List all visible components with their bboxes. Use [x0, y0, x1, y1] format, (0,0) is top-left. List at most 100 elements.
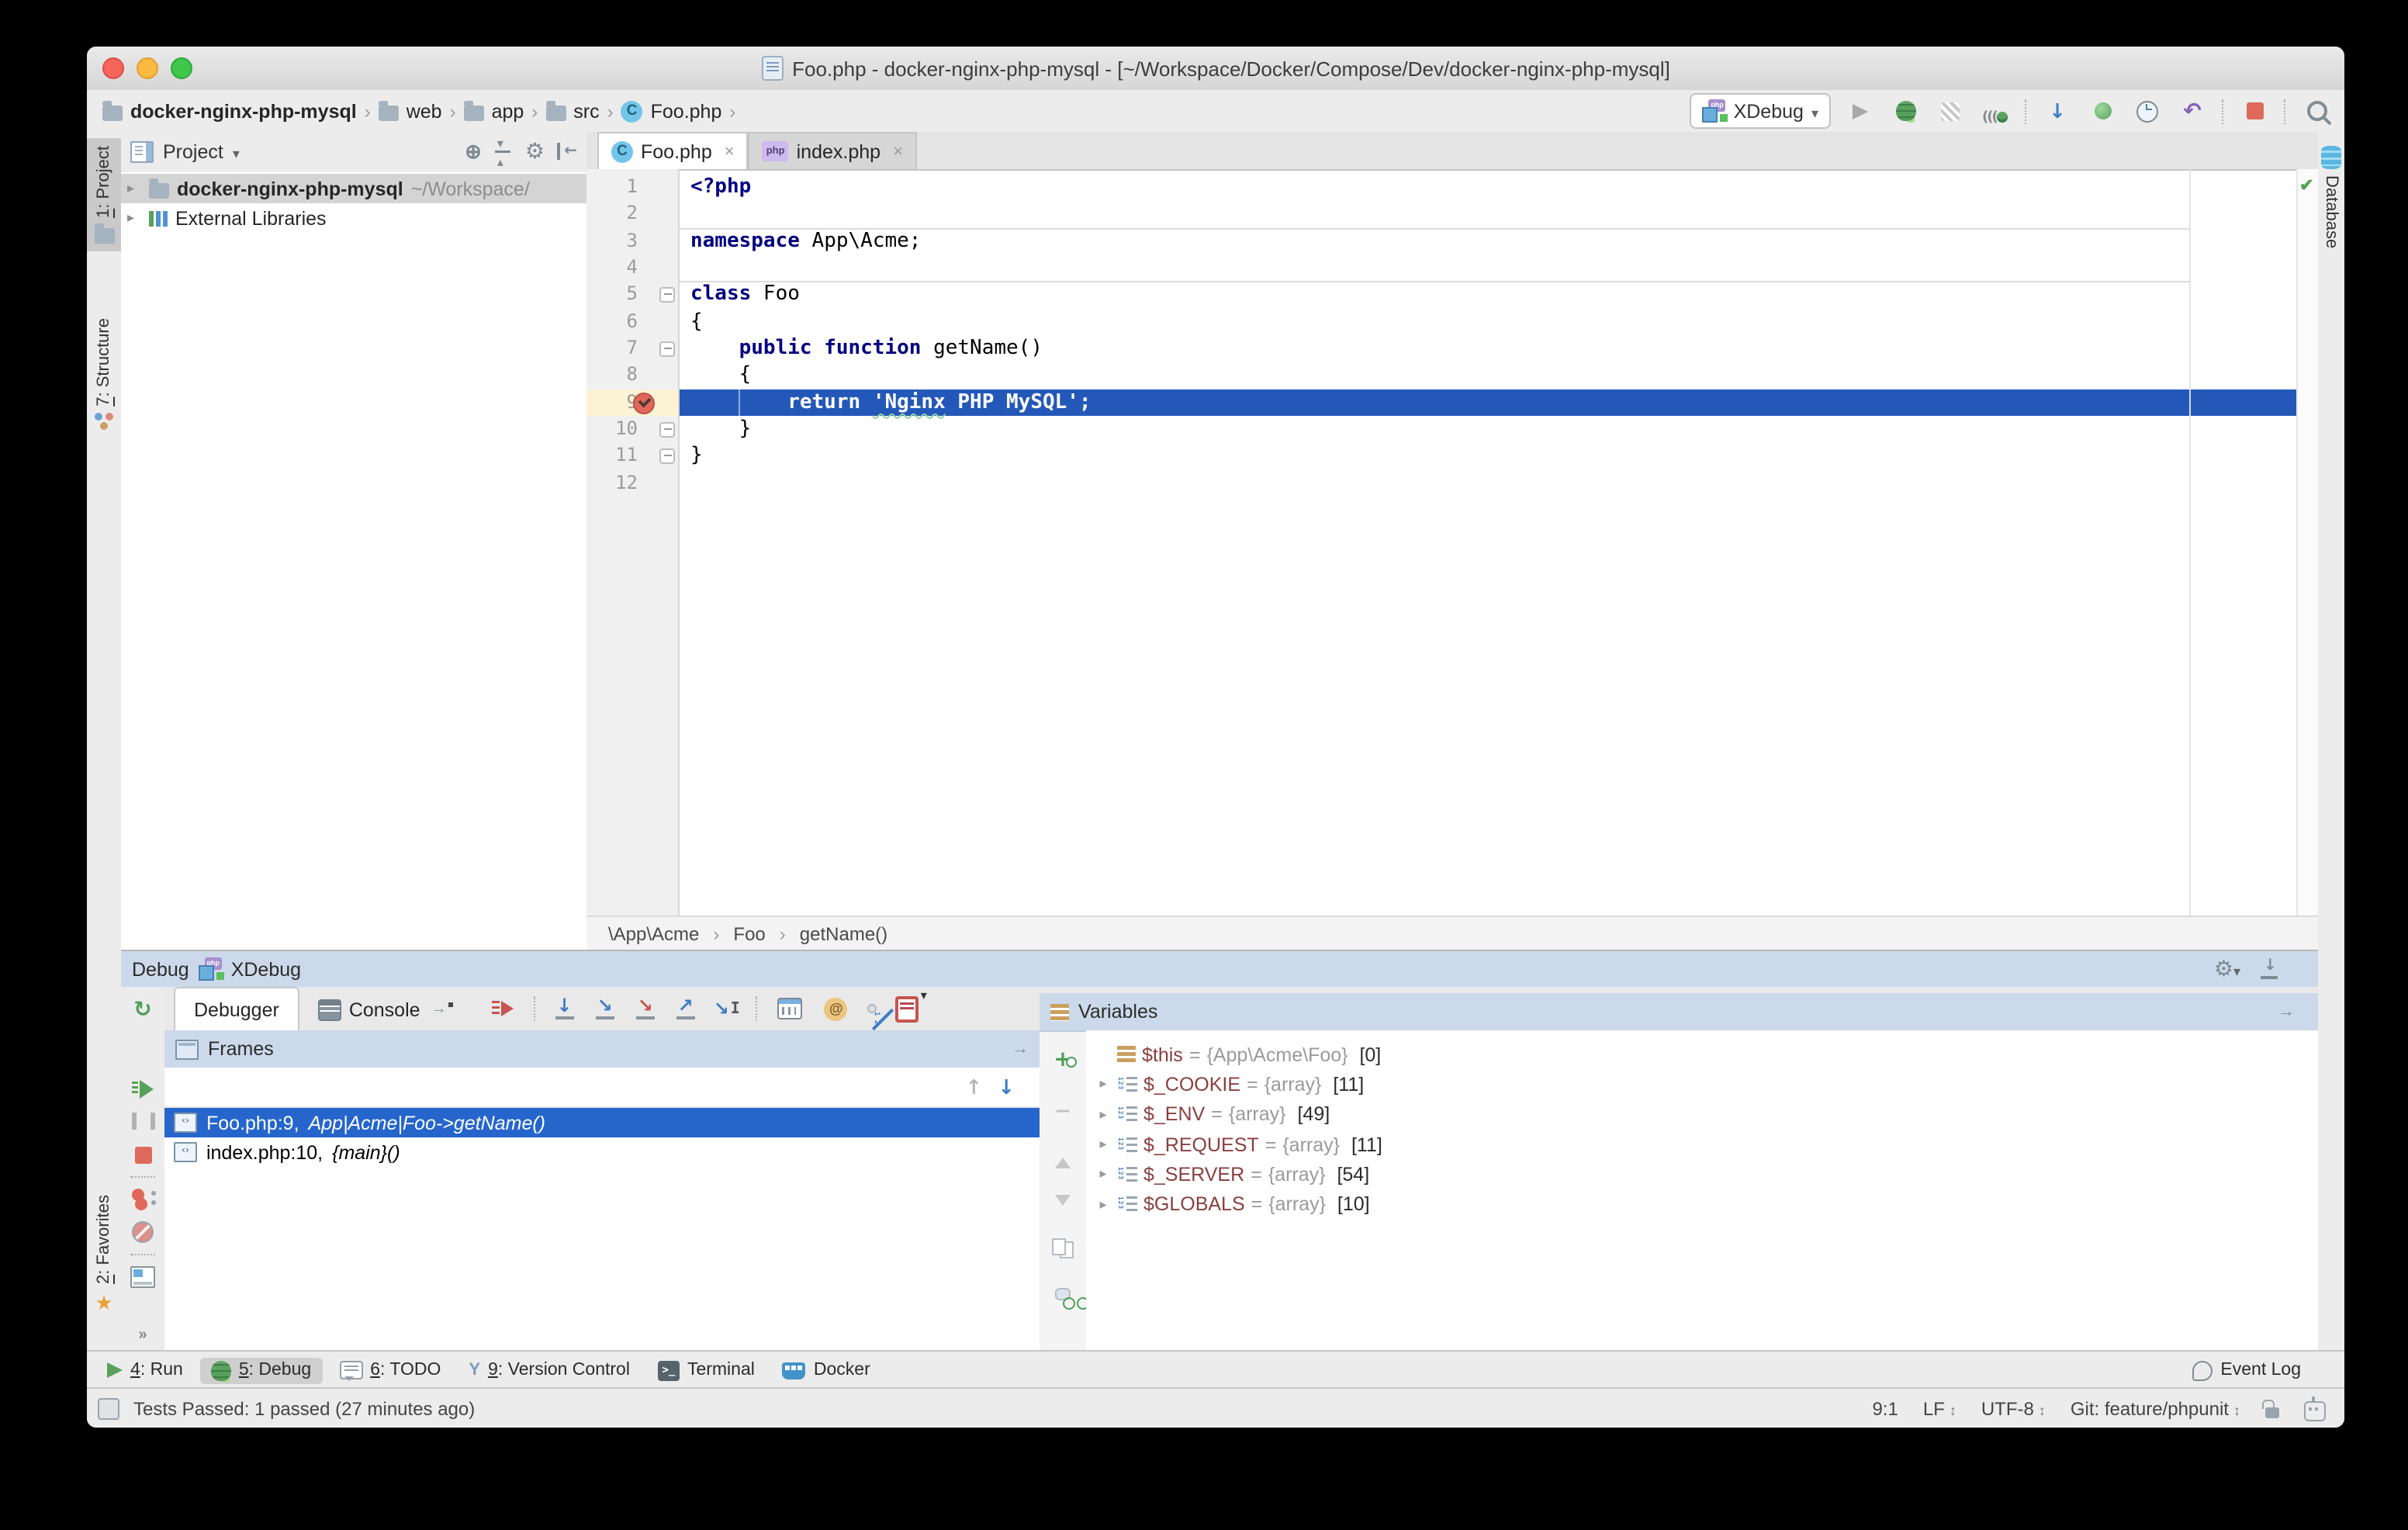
sidebar-tab-database[interactable]: Database [2318, 138, 2344, 256]
variable-row[interactable]: ▸$_COOKIE = {array} [11] [1086, 1070, 2318, 1100]
close-window-button[interactable] [102, 57, 124, 79]
hide-panel-icon[interactable] [557, 143, 577, 161]
breadcrumb-item[interactable]: docker-nginx-php-mysql [102, 100, 357, 122]
unlock-icon[interactable] [2265, 1407, 2279, 1418]
chevron-right-icon[interactable]: ▸ [127, 209, 141, 227]
breadcrumb-item[interactable]: web [379, 100, 442, 122]
move-watch-up-button[interactable] [1040, 1142, 1086, 1181]
code-line[interactable]: { [680, 308, 2298, 335]
variable-row[interactable]: $this = {App\Acme\Foo} [0] [1086, 1040, 2318, 1070]
pin-panel-icon[interactable]: → [2278, 1002, 2295, 1021]
pin-panel-icon[interactable]: → [1012, 1040, 1029, 1058]
breakpoint-icon[interactable] [633, 392, 655, 414]
rollback-button[interactable] [2177, 95, 2208, 126]
git-branch-select[interactable]: Git: feature/phpunit [2071, 1398, 2240, 1420]
close-icon[interactable]: × [893, 142, 903, 161]
collapse-all-icon[interactable] [494, 142, 513, 162]
tab-debugger[interactable]: Debugger [174, 987, 299, 1030]
view-breakpoints-button[interactable] [121, 1183, 164, 1216]
gutter-line[interactable]: 6 [586, 308, 678, 335]
listen-php-debug-button[interactable] [1980, 95, 2011, 126]
close-icon[interactable]: × [725, 142, 735, 161]
frames-header[interactable]: Frames → [164, 1030, 1040, 1068]
force-step-into-button[interactable]: ↘ [633, 998, 658, 1019]
stop-button[interactable] [121, 1138, 164, 1171]
run-button[interactable] [1845, 95, 1876, 126]
restore-layout-button[interactable] [892, 993, 923, 1024]
editor-breadcrumb-item[interactable]: Foo [733, 922, 765, 944]
restore-layout-button[interactable] [121, 1261, 164, 1293]
breadcrumb-item[interactable]: src [545, 100, 599, 122]
debug-header[interactable]: Debug XDebug [121, 951, 2318, 987]
chevron-right-icon[interactable]: ▸ [1095, 1136, 1111, 1153]
status-message[interactable]: Tests Passed: 1 passed (27 minutes ago) [133, 1398, 475, 1420]
code-line[interactable]: class Foo [680, 282, 2298, 309]
locate-file-icon[interactable] [465, 138, 482, 166]
hector-inspector-icon[interactable] [2304, 1400, 2326, 1421]
sidebar-tab-favorites[interactable]: 2: Favorites [87, 1187, 121, 1326]
code-line[interactable] [680, 469, 2298, 497]
error-stripe[interactable] [2296, 169, 2318, 917]
add-watch-button[interactable] [1040, 1040, 1086, 1078]
gutter-line[interactable]: 2 [586, 201, 678, 228]
code-line[interactable]: return 'Nginx PHP MySQL'; [680, 389, 2298, 416]
stop-button[interactable] [2239, 95, 2270, 126]
gutter-line[interactable]: 3 [586, 227, 678, 254]
code-line[interactable] [680, 254, 2298, 282]
resume-button[interactable] [121, 1072, 164, 1105]
code-line[interactable]: <?php [680, 174, 2298, 201]
search-everywhere-button[interactable] [2301, 95, 2332, 126]
editor-tab-foo-php[interactable]: Foo.php × [597, 132, 749, 169]
frame-row[interactable]: index.php:10, {main}() [164, 1138, 1040, 1168]
gutter-line[interactable]: 4 [586, 254, 678, 282]
tab-console[interactable]: Console [299, 988, 472, 1030]
external-libraries-row[interactable]: ▸ External Libraries [121, 203, 586, 233]
inspections-ok-icon[interactable] [2299, 175, 2313, 196]
step-over-button[interactable]: ↓ [552, 998, 577, 1019]
gutter-line[interactable]: 7 [586, 335, 678, 362]
fold-marker-icon[interactable] [659, 422, 675, 438]
mute-breakpoints-button[interactable] [121, 1216, 164, 1248]
tool-window-button-todo[interactable]: 6: TODO [328, 1358, 452, 1383]
gear-icon[interactable] [525, 138, 545, 166]
breadcrumb-item[interactable]: Foo.php [621, 100, 722, 122]
tool-window-button-run[interactable]: 4: Run [96, 1358, 194, 1383]
mute-line-breakpoints-button[interactable] [867, 1004, 877, 1013]
code-line[interactable] [680, 201, 2298, 228]
evaluate-expression-button[interactable] [774, 993, 805, 1024]
recent-changes-button[interactable] [2132, 95, 2163, 126]
editor-gutter[interactable]: 123456789101112 [586, 169, 680, 917]
editor-breadcrumb-item[interactable]: getName() [800, 922, 887, 944]
update-project-button[interactable] [2042, 95, 2073, 126]
variable-row[interactable]: ▸$_ENV = {array} [49] [1086, 1099, 2318, 1130]
line-separator-select[interactable]: LF [1923, 1398, 1956, 1420]
editor-breadcrumb-item[interactable]: \App\Acme [608, 922, 699, 944]
code-line[interactable]: } [680, 443, 2298, 470]
show-execution-point-button[interactable] [487, 993, 518, 1024]
variables-header[interactable]: Variables → [1040, 993, 2318, 1032]
chevron-right-icon[interactable]: ▸ [127, 180, 141, 197]
code-line[interactable]: } [680, 416, 2298, 443]
hide-panel-icon[interactable] [2259, 959, 2279, 979]
minimize-window-button[interactable] [137, 57, 158, 79]
inline-values-button[interactable] [821, 993, 852, 1024]
tool-window-button-vcs[interactable]: 9: Version Control [458, 1358, 641, 1383]
project-tree-root-row[interactable]: ▸ docker-nginx-php-mysql ~/Workspace/ [121, 174, 586, 203]
variable-row[interactable]: ▸$_SERVER = {array} [54] [1086, 1159, 2318, 1189]
rerun-button[interactable] [121, 993, 164, 1026]
chevron-right-icon[interactable]: ▸ [1095, 1196, 1111, 1213]
tool-window-button-debug[interactable]: 5: Debug [200, 1357, 322, 1383]
caret-position[interactable]: 9:1 [1872, 1398, 1898, 1420]
chevron-right-icon[interactable]: ▸ [1095, 1166, 1111, 1183]
code-area[interactable]: <?phpnamespace App\Acme;class Foo{ publi… [680, 169, 2298, 917]
chevron-down-icon[interactable] [233, 138, 240, 166]
chevron-right-icon[interactable]: ▸ [1095, 1106, 1111, 1123]
code-line[interactable]: namespace App\Acme; [680, 227, 2298, 254]
step-out-button[interactable]: ↗ [673, 998, 698, 1019]
gutter-line[interactable]: 8 [586, 362, 678, 389]
more-actions-button[interactable]: » [121, 1319, 164, 1352]
fold-marker-icon[interactable] [659, 341, 675, 357]
encoding-select[interactable]: UTF-8 [1981, 1398, 2046, 1420]
move-watch-down-button[interactable] [1040, 1181, 1086, 1220]
commit-button[interactable] [2087, 95, 2118, 126]
